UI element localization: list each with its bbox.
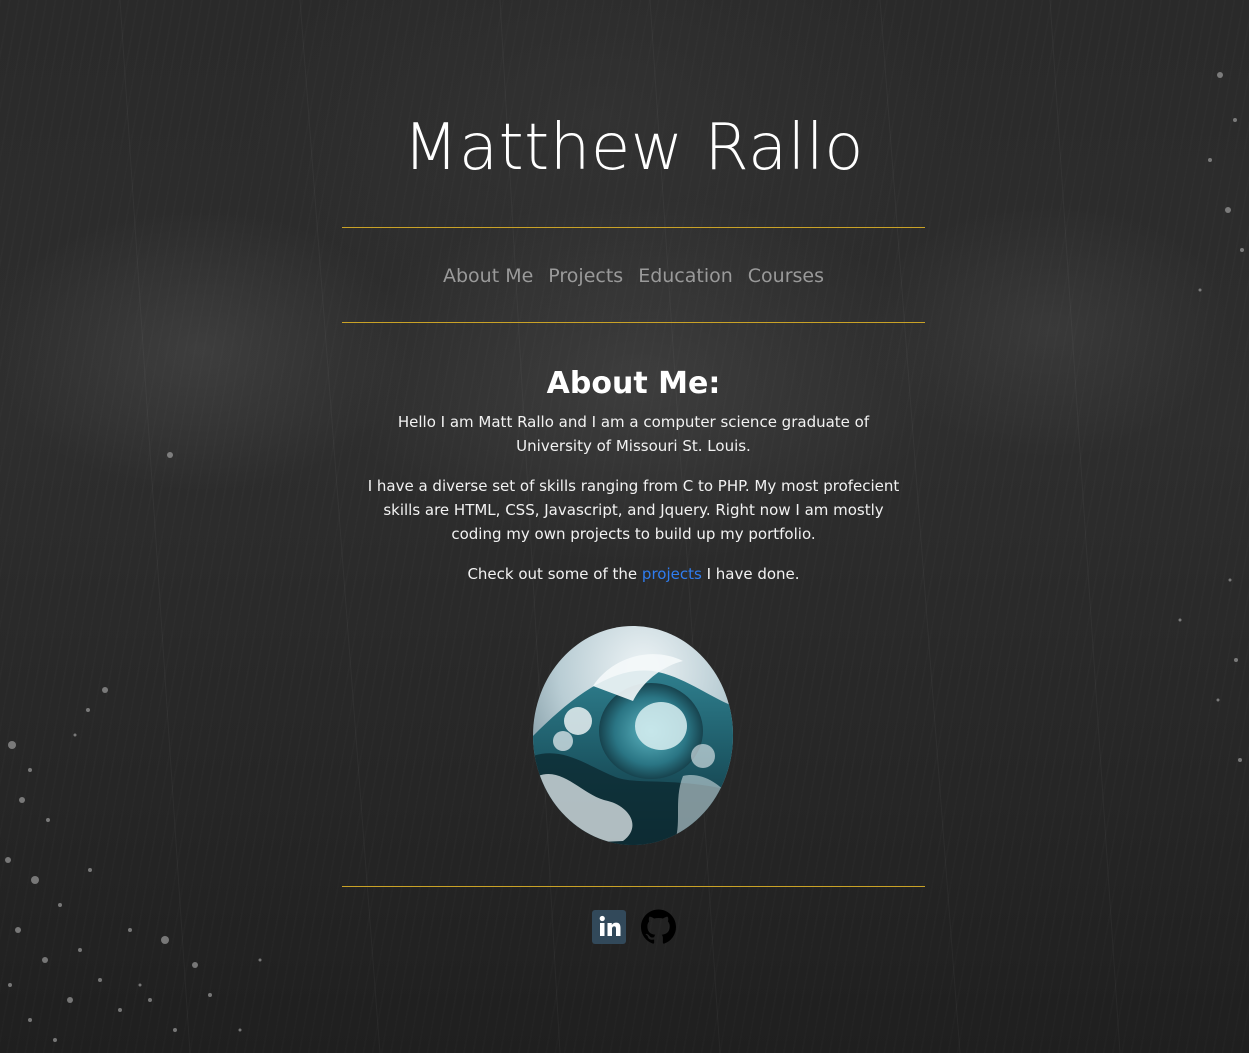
social-links — [342, 909, 925, 945]
divider-footer — [342, 886, 925, 887]
nav-item-about-me[interactable]: About Me — [443, 262, 533, 290]
linkedin-icon — [591, 910, 626, 944]
divider-nav — [342, 322, 925, 323]
about-paragraph-intro: Hello I am Matt Rallo and I am a compute… — [397, 413, 870, 455]
projects-link[interactable]: projects — [642, 565, 702, 583]
main-nav: About Me Projects Education Courses — [342, 262, 925, 290]
nav-item-projects[interactable]: Projects — [548, 262, 623, 290]
nav-item-courses[interactable]: Courses — [748, 262, 824, 290]
projects-text-before: Check out some of the — [467, 565, 642, 583]
about-paragraph-projects: Check out some of the projects I have do… — [358, 562, 909, 586]
nav-item-education[interactable]: Education — [638, 262, 733, 290]
linkedin-link[interactable] — [591, 909, 627, 945]
site-title: Matthew Rallo — [403, 111, 864, 185]
divider-top — [342, 227, 925, 228]
profile-image — [533, 626, 733, 845]
projects-text-after: I have done. — [701, 565, 800, 583]
github-link[interactable] — [640, 909, 676, 945]
about-heading: About Me: — [546, 366, 721, 401]
github-icon — [640, 909, 676, 944]
about-paragraph-skills: I have a diverse set of skills ranging f… — [367, 477, 900, 543]
